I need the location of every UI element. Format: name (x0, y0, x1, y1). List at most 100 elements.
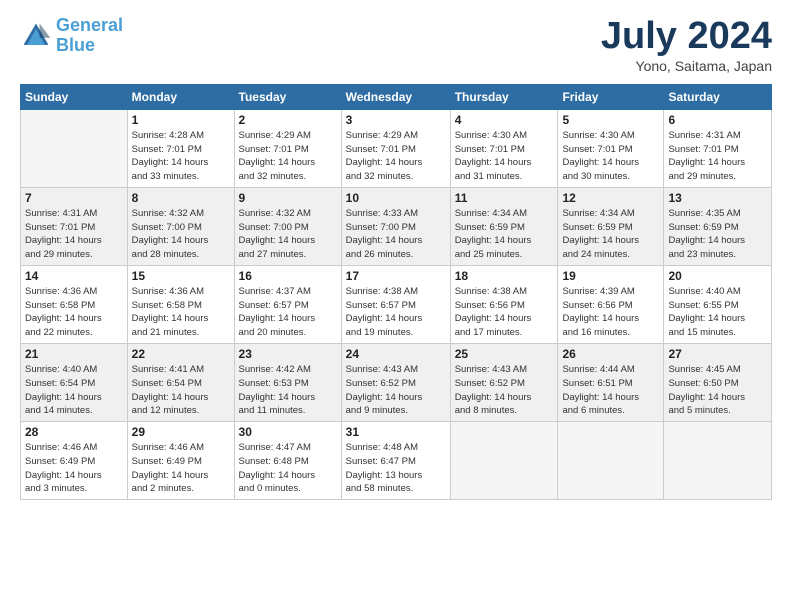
col-tuesday: Tuesday (234, 84, 341, 109)
col-saturday: Saturday (664, 84, 772, 109)
day-cell (450, 422, 558, 500)
day-cell: 6 Sunrise: 4:31 AM Sunset: 7:01 PM Daylig… (664, 109, 772, 187)
day-info: Sunrise: 4:36 AM Sunset: 6:58 PM Dayligh… (132, 285, 230, 340)
day-number: 7 (25, 191, 123, 205)
day-info: Sunrise: 4:29 AM Sunset: 7:01 PM Dayligh… (239, 129, 337, 184)
page: General Blue July 2024 Yono, Saitama, Ja… (0, 0, 792, 612)
day-cell: 17 Sunrise: 4:38 AM Sunset: 6:57 PM Dayli… (341, 265, 450, 343)
logo-general: General (56, 15, 123, 35)
day-number: 14 (25, 269, 123, 283)
day-info: Sunrise: 4:31 AM Sunset: 7:01 PM Dayligh… (25, 207, 123, 262)
col-monday: Monday (127, 84, 234, 109)
calendar: Sunday Monday Tuesday Wednesday Thursday… (20, 84, 772, 500)
day-info: Sunrise: 4:34 AM Sunset: 6:59 PM Dayligh… (562, 207, 659, 262)
day-number: 10 (346, 191, 446, 205)
day-number: 26 (562, 347, 659, 361)
day-cell (21, 109, 128, 187)
day-info: Sunrise: 4:28 AM Sunset: 7:01 PM Dayligh… (132, 129, 230, 184)
day-number: 9 (239, 191, 337, 205)
day-info: Sunrise: 4:43 AM Sunset: 6:52 PM Dayligh… (346, 363, 446, 418)
header: General Blue July 2024 Yono, Saitama, Ja… (20, 16, 772, 74)
day-info: Sunrise: 4:38 AM Sunset: 6:56 PM Dayligh… (455, 285, 554, 340)
day-number: 19 (562, 269, 659, 283)
day-number: 23 (239, 347, 337, 361)
day-number: 11 (455, 191, 554, 205)
logo-icon (20, 20, 52, 52)
day-number: 17 (346, 269, 446, 283)
day-info: Sunrise: 4:30 AM Sunset: 7:01 PM Dayligh… (455, 129, 554, 184)
week-row-2: 7 Sunrise: 4:31 AM Sunset: 7:01 PM Daylig… (21, 187, 772, 265)
day-number: 4 (455, 113, 554, 127)
day-number: 18 (455, 269, 554, 283)
day-number: 21 (25, 347, 123, 361)
col-thursday: Thursday (450, 84, 558, 109)
day-cell: 21Sunrise: 4:40 AM Sunset: 6:54 PM Dayli… (21, 343, 128, 421)
day-cell: 13 Sunrise: 4:35 AM Sunset: 6:59 PM Dayli… (664, 187, 772, 265)
day-cell: 10 Sunrise: 4:33 AM Sunset: 7:00 PM Dayli… (341, 187, 450, 265)
day-cell: 9 Sunrise: 4:32 AM Sunset: 7:00 PM Daylig… (234, 187, 341, 265)
day-info: Sunrise: 4:32 AM Sunset: 7:00 PM Dayligh… (132, 207, 230, 262)
day-info: Sunrise: 4:44 AM Sunset: 6:51 PM Dayligh… (562, 363, 659, 418)
location-subtitle: Yono, Saitama, Japan (601, 58, 772, 74)
week-row-4: 21Sunrise: 4:40 AM Sunset: 6:54 PM Dayli… (21, 343, 772, 421)
day-number: 13 (668, 191, 767, 205)
week-row-1: 1 Sunrise: 4:28 AM Sunset: 7:01 PM Daylig… (21, 109, 772, 187)
day-number: 25 (455, 347, 554, 361)
day-number: 30 (239, 425, 337, 439)
day-info: Sunrise: 4:43 AM Sunset: 6:52 PM Dayligh… (455, 363, 554, 418)
day-number: 6 (668, 113, 767, 127)
day-info: Sunrise: 4:32 AM Sunset: 7:00 PM Dayligh… (239, 207, 337, 262)
logo: General Blue (20, 16, 123, 56)
day-cell: 15 Sunrise: 4:36 AM Sunset: 6:58 PM Dayli… (127, 265, 234, 343)
day-cell: 27 Sunrise: 4:45 AM Sunset: 6:50 PM Dayli… (664, 343, 772, 421)
day-info: Sunrise: 4:36 AM Sunset: 6:58 PM Dayligh… (25, 285, 123, 340)
day-cell: 24Sunrise: 4:43 AM Sunset: 6:52 PM Dayli… (341, 343, 450, 421)
day-number: 5 (562, 113, 659, 127)
day-info: Sunrise: 4:29 AM Sunset: 7:01 PM Dayligh… (346, 129, 446, 184)
day-number: 16 (239, 269, 337, 283)
day-cell: 2 Sunrise: 4:29 AM Sunset: 7:01 PM Daylig… (234, 109, 341, 187)
day-info: Sunrise: 4:34 AM Sunset: 6:59 PM Dayligh… (455, 207, 554, 262)
day-number: 8 (132, 191, 230, 205)
col-sunday: Sunday (21, 84, 128, 109)
day-cell: 31Sunrise: 4:48 AM Sunset: 6:47 PM Dayli… (341, 422, 450, 500)
day-cell (558, 422, 664, 500)
day-info: Sunrise: 4:33 AM Sunset: 7:00 PM Dayligh… (346, 207, 446, 262)
day-info: Sunrise: 4:31 AM Sunset: 7:01 PM Dayligh… (668, 129, 767, 184)
day-info: Sunrise: 4:30 AM Sunset: 7:01 PM Dayligh… (562, 129, 659, 184)
day-info: Sunrise: 4:46 AM Sunset: 6:49 PM Dayligh… (132, 441, 230, 496)
day-info: Sunrise: 4:39 AM Sunset: 6:56 PM Dayligh… (562, 285, 659, 340)
day-cell: 14 Sunrise: 4:36 AM Sunset: 6:58 PM Dayli… (21, 265, 128, 343)
day-number: 1 (132, 113, 230, 127)
day-info: Sunrise: 4:47 AM Sunset: 6:48 PM Dayligh… (239, 441, 337, 496)
day-cell: 29 Sunrise: 4:46 AM Sunset: 6:49 PM Dayli… (127, 422, 234, 500)
day-cell: 26 Sunrise: 4:44 AM Sunset: 6:51 PM Dayli… (558, 343, 664, 421)
day-number: 22 (132, 347, 230, 361)
day-cell: 4 Sunrise: 4:30 AM Sunset: 7:01 PM Daylig… (450, 109, 558, 187)
week-row-5: 28 Sunrise: 4:46 AM Sunset: 6:49 PM Dayli… (21, 422, 772, 500)
day-cell: 12Sunrise: 4:34 AM Sunset: 6:59 PM Dayli… (558, 187, 664, 265)
day-cell: 3Sunrise: 4:29 AM Sunset: 7:01 PM Daylig… (341, 109, 450, 187)
day-info: Sunrise: 4:38 AM Sunset: 6:57 PM Dayligh… (346, 285, 446, 340)
logo-blue: Blue (56, 35, 95, 55)
day-number: 20 (668, 269, 767, 283)
day-number: 2 (239, 113, 337, 127)
day-info: Sunrise: 4:35 AM Sunset: 6:59 PM Dayligh… (668, 207, 767, 262)
day-info: Sunrise: 4:42 AM Sunset: 6:53 PM Dayligh… (239, 363, 337, 418)
day-info: Sunrise: 4:48 AM Sunset: 6:47 PM Dayligh… (346, 441, 446, 496)
day-number: 15 (132, 269, 230, 283)
col-wednesday: Wednesday (341, 84, 450, 109)
day-cell: 16 Sunrise: 4:37 AM Sunset: 6:57 PM Dayli… (234, 265, 341, 343)
title-block: July 2024 Yono, Saitama, Japan (601, 16, 772, 74)
day-cell: 1 Sunrise: 4:28 AM Sunset: 7:01 PM Daylig… (127, 109, 234, 187)
day-cell: 22Sunrise: 4:41 AM Sunset: 6:54 PM Dayli… (127, 343, 234, 421)
day-number: 28 (25, 425, 123, 439)
day-number: 29 (132, 425, 230, 439)
day-number: 27 (668, 347, 767, 361)
day-cell: 19 Sunrise: 4:39 AM Sunset: 6:56 PM Dayli… (558, 265, 664, 343)
day-info: Sunrise: 4:37 AM Sunset: 6:57 PM Dayligh… (239, 285, 337, 340)
day-cell: 20Sunrise: 4:40 AM Sunset: 6:55 PM Dayli… (664, 265, 772, 343)
day-info: Sunrise: 4:45 AM Sunset: 6:50 PM Dayligh… (668, 363, 767, 418)
header-row: Sunday Monday Tuesday Wednesday Thursday… (21, 84, 772, 109)
day-cell: 8 Sunrise: 4:32 AM Sunset: 7:00 PM Daylig… (127, 187, 234, 265)
